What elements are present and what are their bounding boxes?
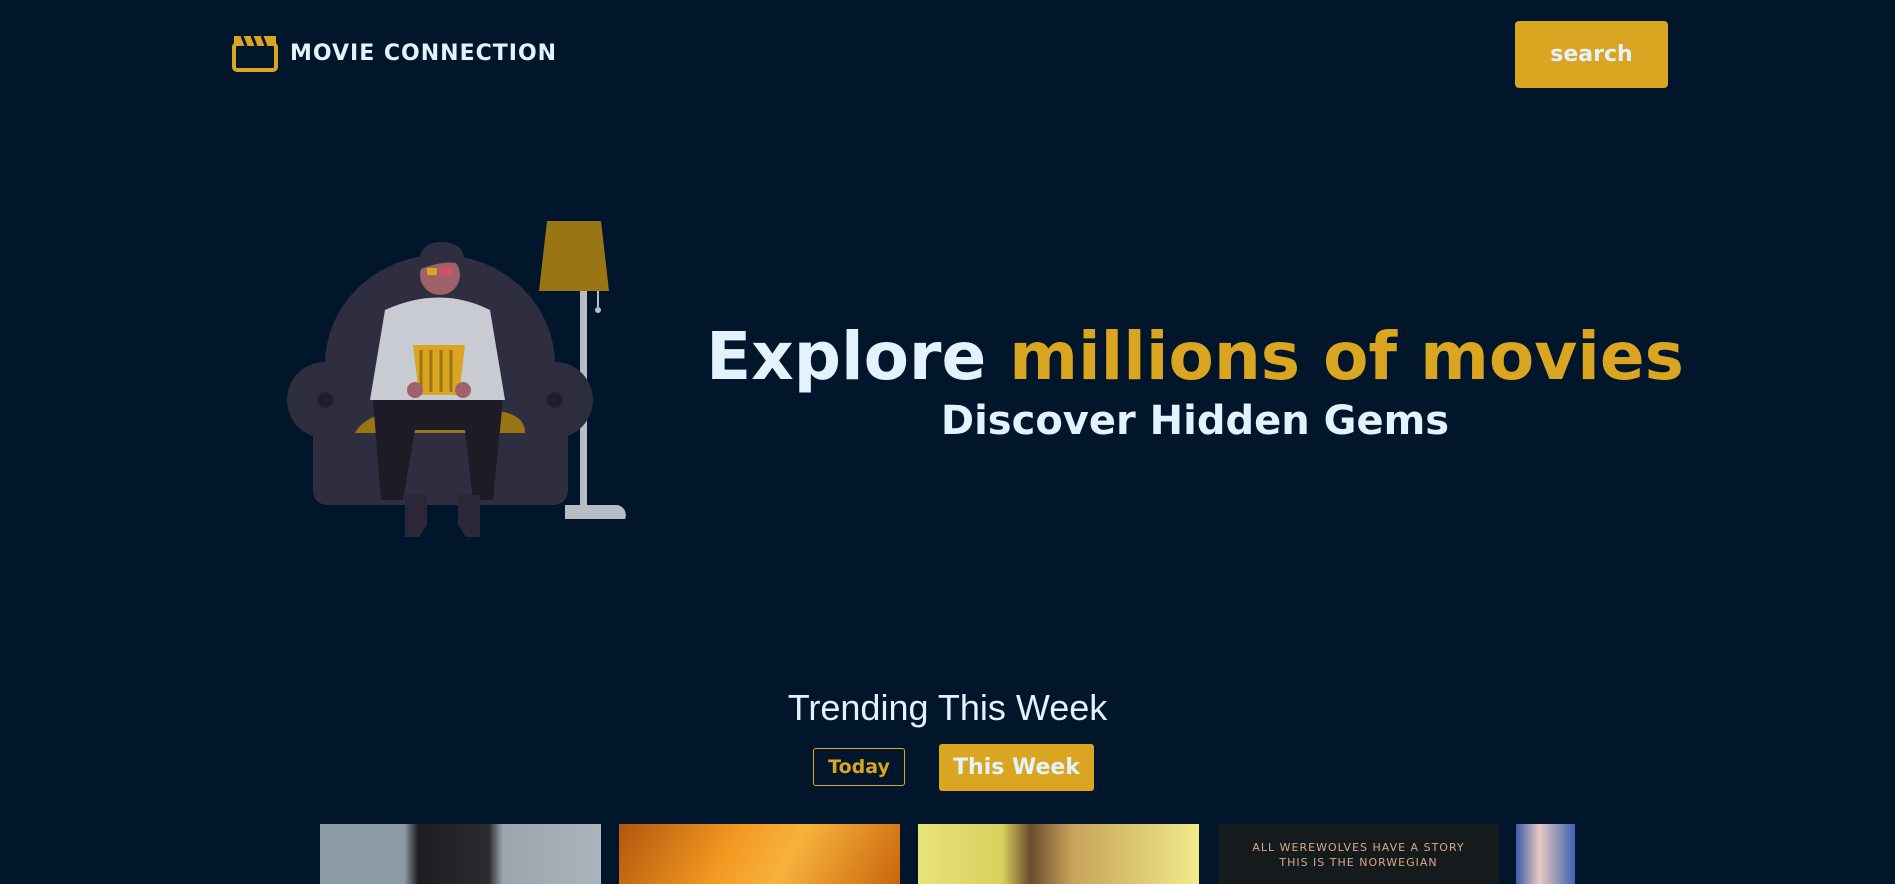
- movie-poster[interactable]: [320, 824, 601, 884]
- movie-poster[interactable]: [1516, 824, 1575, 884]
- logo[interactable]: MOVIE CONNECTION: [232, 34, 557, 72]
- poster-tagline: THIS IS THE NORWEGIAN: [1279, 856, 1438, 869]
- headline-accent: millions of movies: [1009, 318, 1684, 395]
- movie-poster[interactable]: ALL WEREWOLVES HAVE A STORY THIS IS THE …: [1218, 824, 1499, 884]
- headline-plain: Explore: [706, 318, 1010, 395]
- movie-poster[interactable]: [918, 824, 1199, 884]
- hero-headline: Explore millions of movies: [700, 318, 1690, 395]
- tab-today[interactable]: Today: [813, 748, 905, 786]
- clapperboard-icon: [232, 35, 278, 72]
- poster-tagline: ALL WEREWOLVES HAVE A STORY: [1252, 841, 1465, 854]
- hero-subheadline: Discover Hidden Gems: [940, 398, 1450, 444]
- person-on-armchair-illustration: [287, 221, 626, 537]
- search-button[interactable]: search: [1515, 21, 1668, 88]
- logo-text: MOVIE CONNECTION: [290, 40, 558, 66]
- trending-title: Trending This Week: [787, 687, 1108, 728]
- tab-this-week[interactable]: This Week: [939, 744, 1094, 791]
- movie-poster[interactable]: [619, 824, 900, 884]
